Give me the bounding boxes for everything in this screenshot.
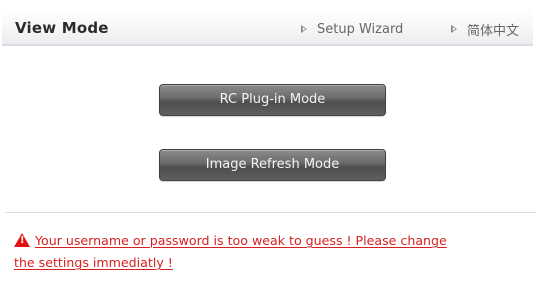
setup-wizard-link[interactable]: Setup Wizard — [300, 20, 403, 38]
warning-icon: ! — [14, 233, 30, 247]
language-label: 简体中文 — [467, 23, 520, 39]
warning-text-line-1: Your username or password is too weak to… — [35, 233, 447, 248]
chevron-right-icon — [300, 23, 310, 35]
warning-line-1: ! Your username or password is too weak t… — [14, 230, 524, 252]
view-mode-page: View Mode Setup Wizard 简体中文 RC Plug-in M… — [0, 0, 541, 289]
rc-plugin-mode-button[interactable]: RC Plug-in Mode — [159, 84, 386, 116]
warning-text-line-2: the settings immediatly ! — [14, 255, 173, 270]
setup-wizard-label: Setup Wizard — [317, 21, 404, 37]
image-refresh-mode-button[interactable]: Image Refresh Mode — [159, 149, 386, 181]
chevron-right-icon — [450, 23, 460, 35]
page-header: View Mode Setup Wizard 简体中文 — [2, 8, 533, 46]
section-divider — [5, 212, 536, 213]
page-title: View Mode — [15, 19, 109, 37]
weak-password-warning-link[interactable]: ! Your username or password is too weak t… — [14, 230, 524, 274]
language-link-simplified-chinese[interactable]: 简体中文 — [450, 20, 520, 39]
mode-selection-panel: RC Plug-in Mode Image Refresh Mode — [2, 48, 533, 212]
